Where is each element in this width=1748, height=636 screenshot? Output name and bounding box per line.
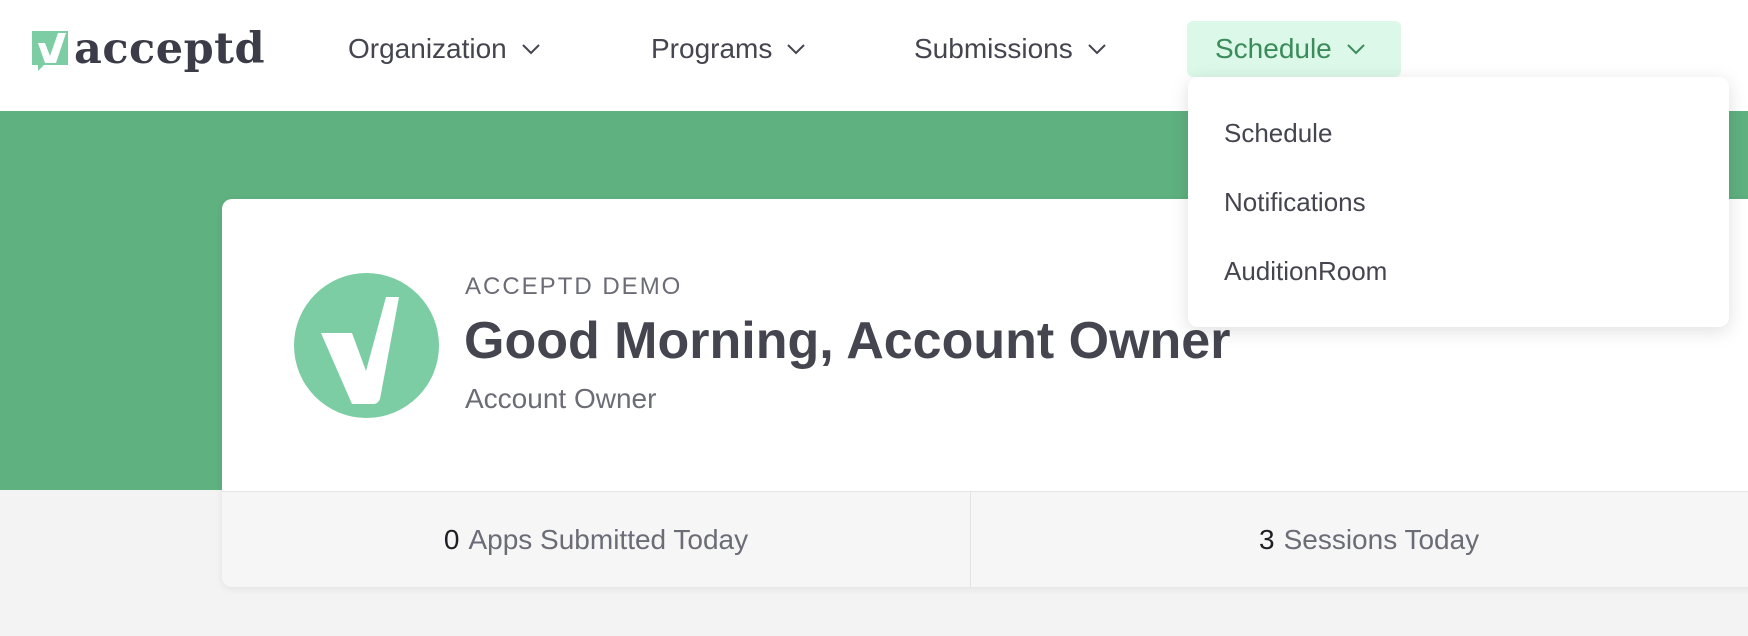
stat-label: Sessions Today [1283,524,1480,555]
schedule-dropdown-menu: Schedule Notifications AuditionRoom [1188,77,1729,327]
chevron-down-icon [787,44,806,55]
stat-label: Apps Submitted Today [468,524,749,555]
organization-name: ACCEPTD DEMO [465,273,683,300]
nav-submissions[interactable]: Submissions [914,21,1107,77]
stat-value: 0 [443,524,460,555]
chevron-down-icon [1088,44,1106,55]
acceptd-check-icon [32,31,68,71]
stats-bar: 0 Apps Submitted Today 3 Sessions Today [222,491,1748,587]
greeting-heading: Good Morning, Account Owner [464,312,1231,370]
nav-programs[interactable]: Programs [651,21,806,77]
menu-item-auditionroom[interactable]: AuditionRoom [1224,256,1387,287]
nav-submissions-label: Submissions [914,33,1073,64]
menu-item-schedule[interactable]: Schedule [1224,118,1332,149]
nav-schedule[interactable]: Schedule [1187,21,1401,77]
stat-sessions-today[interactable]: 3 Sessions Today [972,492,1748,587]
acceptd-avatar-icon [294,273,439,418]
nav-organization[interactable]: Organization [348,21,541,77]
nav-schedule-label: Schedule [1215,33,1332,64]
user-role: Account Owner [465,383,657,414]
logo-text: acceptd [74,23,266,74]
stat-apps-submitted[interactable]: 0 Apps Submitted Today [222,492,971,587]
menu-item-notifications[interactable]: Notifications [1224,187,1366,218]
chevron-down-icon [522,44,540,55]
nav-programs-label: Programs [651,33,773,64]
nav-organization-label: Organization [348,33,507,64]
chevron-down-icon [1347,44,1365,55]
stat-value: 3 [1259,524,1275,555]
acceptd-logo[interactable]: acceptd [32,24,265,74]
